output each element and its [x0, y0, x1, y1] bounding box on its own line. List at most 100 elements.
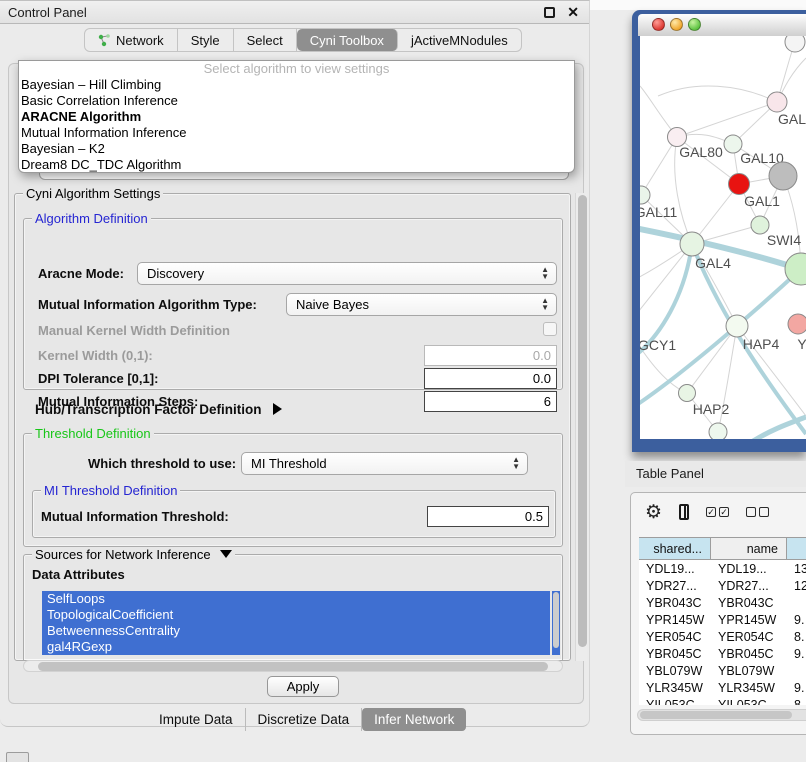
table-row[interactable]: YPR145WYPR145W9. [639, 611, 806, 628]
table-panel-title: Table Panel [636, 466, 704, 481]
network-node-y[interactable] [788, 314, 806, 334]
table-row[interactable]: YIL053CYIL053C8 [639, 696, 806, 705]
table-cell: 9. [787, 645, 806, 662]
hub-definition-toggle[interactable]: Hub/Transcription Factor Definition [35, 402, 282, 417]
attribute-item[interactable]: BetweennessCentrality [42, 623, 550, 639]
kernel-width-field[interactable]: 0.0 [424, 345, 557, 366]
network-node[interactable] [769, 162, 797, 190]
deselect-all-columns-icon[interactable] [746, 507, 769, 517]
tab-label: Select [247, 33, 283, 48]
node-label: SWI4 [767, 232, 801, 248]
tab-cyni-toolbox[interactable]: Cyni Toolbox [297, 29, 398, 51]
desktop-background [590, 0, 806, 10]
column-header-name[interactable]: name [711, 538, 787, 559]
algorithm-dropdown-popup: Select algorithm to view settings Bayesi… [18, 60, 575, 173]
gear-icon[interactable]: ⚙ [645, 503, 662, 522]
algorithm-option[interactable]: Basic Correlation Inference [19, 93, 574, 109]
dpi-tolerance-field[interactable]: 0.0 [424, 368, 557, 389]
mi-threshold-definition-group: MI Threshold Definition Mutual Informati… [32, 490, 556, 538]
network-node-gal4[interactable] [680, 232, 704, 256]
node-label: GAL80 [679, 144, 723, 160]
settings-vertical-scrollbar[interactable] [575, 193, 587, 661]
data-attributes-list[interactable]: SelfLoopsTopologicalCoefficientBetweenne… [42, 591, 550, 655]
cyni-algorithm-settings-group: Cyni Algorithm Settings Algorithm Defini… [14, 193, 571, 661]
network-node[interactable] [785, 36, 805, 52]
network-node-gal11[interactable] [640, 186, 650, 204]
network-window-titlebar[interactable] [638, 14, 806, 36]
table-row[interactable]: YBL079WYBL079W [639, 662, 806, 679]
attribute-item[interactable]: SelfLoops [42, 591, 550, 607]
network-icon [98, 34, 111, 47]
mi-type-value: Naive Bayes [296, 297, 369, 312]
split-columns-icon[interactable] [679, 504, 689, 520]
network-node-hap2[interactable] [679, 385, 696, 402]
mi-threshold-field[interactable]: 0.5 [427, 506, 549, 527]
table-row[interactable]: YDR27...YDR27...12 [639, 577, 806, 594]
mi-type-combobox[interactable]: Naive Bayes ▲▼ [286, 293, 557, 316]
stepper-arrows-icon: ▲▼ [541, 266, 549, 280]
aracne-mode-combobox[interactable]: Discovery ▲▼ [137, 262, 557, 285]
algorithm-option[interactable]: Dream8 DC_TDC Algorithm [19, 157, 574, 173]
algorithm-option[interactable]: ARACNE Algorithm [19, 109, 574, 125]
tab-label: Impute Data [159, 712, 233, 727]
table-cell: 8 [787, 696, 806, 705]
tab-label: Infer Network [374, 712, 454, 727]
close-icon[interactable]: ✕ [567, 4, 579, 21]
attribute-item[interactable]: gal4RGexp [42, 639, 550, 655]
table-row[interactable]: YDL19...YDL19...13 [639, 560, 806, 577]
aracne-mode-label: Aracne Mode: [38, 266, 124, 281]
node-label: HAP2 [693, 401, 730, 417]
network-node-gal[interactable] [767, 92, 787, 112]
tab-network[interactable]: Network [85, 29, 178, 51]
table-panel-window: ⚙ ✓ ✓ shared... name A YDL19...YDL19...1… [630, 492, 806, 735]
manual-kernel-checkbox[interactable] [543, 322, 557, 336]
network-node-gal1[interactable] [729, 174, 750, 195]
tab-infer-network[interactable]: Infer Network [362, 708, 466, 731]
column-header-shared-name[interactable]: shared... [639, 538, 711, 559]
algorithm-placeholder: Select algorithm to view settings [19, 61, 574, 77]
float-window-icon[interactable] [544, 7, 555, 18]
tab-impute-data[interactable]: Impute Data [147, 708, 246, 731]
network-node[interactable] [709, 423, 727, 439]
network-node-hap4[interactable] [726, 315, 748, 337]
algorithm-option[interactable]: Bayesian – K2 [19, 141, 574, 157]
table-cell: YBR043C [711, 594, 787, 611]
table-cell: YDL19... [711, 560, 787, 577]
attributes-scrollbar[interactable] [552, 591, 560, 655]
tab-discretize-data[interactable]: Discretize Data [246, 708, 363, 731]
tab-label: jActiveMNodules [411, 33, 508, 48]
table-horizontal-scrollbar[interactable] [637, 709, 806, 721]
mi-threshold-label: Mutual Information Threshold: [41, 509, 229, 524]
attribute-item[interactable]: TopologicalCoefficient [42, 607, 550, 623]
minimize-traffic-light-icon[interactable] [670, 18, 683, 31]
table-cell: 12 [787, 577, 806, 594]
which-threshold-combobox[interactable]: MI Threshold ▲▼ [241, 452, 528, 475]
algorithm-option[interactable]: Mutual Information Inference [19, 125, 574, 141]
network-canvas[interactable]: GALGAL80GAL10GAL1GAL11SWI4GAL4GCY1HAP4YH… [640, 36, 806, 439]
tab-jactivemnodules[interactable]: jActiveMNodules [398, 29, 521, 51]
column-header-partial[interactable]: A [787, 538, 806, 559]
collapsed-panel-chip[interactable] [6, 752, 29, 762]
node-label: GCY1 [640, 337, 676, 353]
node-label: Y [797, 336, 806, 352]
table-row[interactable]: YLR345WYLR345W9. [639, 679, 806, 696]
apply-button[interactable]: Apply [267, 676, 339, 697]
table-cell: YBR045C [639, 645, 711, 662]
select-all-columns-icon[interactable]: ✓ ✓ [706, 507, 729, 517]
table-row[interactable]: YER054CYER054C8. [639, 628, 806, 645]
table-cell [787, 594, 806, 611]
table-row[interactable]: YBR045CYBR045C9. [639, 645, 806, 662]
sources-group-title[interactable]: Sources for Network Inference [32, 547, 235, 562]
close-traffic-light-icon[interactable] [652, 18, 665, 31]
zoom-traffic-light-icon[interactable] [688, 18, 701, 31]
network-edge [658, 86, 777, 102]
mi-steps-field[interactable]: 6 [424, 391, 557, 412]
algorithm-option[interactable]: Bayesian – Hill Climbing [19, 77, 574, 93]
settings-horizontal-scrollbar[interactable] [23, 660, 563, 672]
table-cell [787, 662, 806, 679]
mi-threshold-definition-title: MI Threshold Definition [41, 483, 180, 498]
node-label: HAP4 [743, 336, 780, 352]
tab-style[interactable]: Style [178, 29, 234, 51]
table-row[interactable]: YBR043CYBR043C [639, 594, 806, 611]
tab-select[interactable]: Select [234, 29, 297, 51]
